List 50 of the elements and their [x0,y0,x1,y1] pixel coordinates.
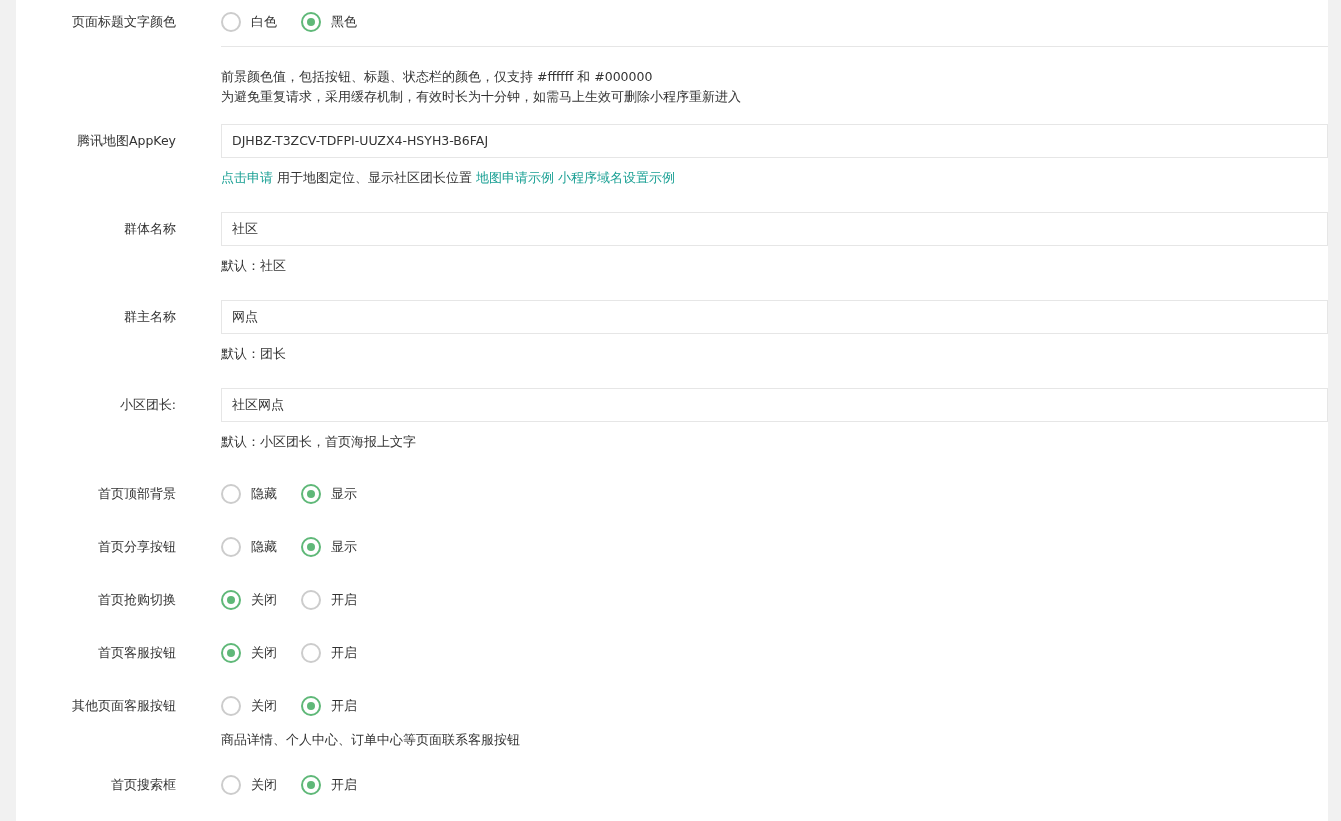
help-text: 商品详情、个人中心、订单中心等页面联系客服按钮 [221,731,520,749]
field-label: 小区团长: [118,396,176,414]
field-label: 首页顶部背景 [97,485,176,503]
radio-icon[interactable] [301,484,321,504]
help-text: 默认：社区 [221,257,286,275]
radio-option[interactable]: 开启 [301,590,357,610]
help-text: 默认：团长 [221,345,286,363]
radio-option[interactable]: 显示 [301,484,357,504]
field-label: 首页客服按钮 [97,644,176,662]
field-label: 首页抢购切换 [97,591,176,609]
radio-icon[interactable] [301,643,321,663]
radio-option[interactable]: 关闭 [221,696,277,716]
radio-option[interactable]: 开启 [301,643,357,663]
radio-icon[interactable] [221,12,241,32]
help-text: 为避免重复请求，采用缓存机制，有效时长为十分钟，如需马上生效可删除小程序重新进入 [221,88,741,106]
radio-option[interactable]: 显示 [301,537,357,557]
field-label: 群体名称 [123,220,176,238]
field-label: 页面标题文字颜色 [71,13,176,31]
radio-icon[interactable] [221,775,241,795]
help-text: 用于地图定位、显示社区团长位置 [277,169,472,187]
radio-option[interactable]: 开启 [301,775,357,795]
radio-option[interactable]: 白色 [221,12,277,32]
radio-icon[interactable] [301,590,321,610]
radio-option[interactable]: 关闭 [221,643,277,663]
radio-option[interactable]: 开启 [301,696,357,716]
radio-icon[interactable] [221,643,241,663]
field-label: 群主名称 [123,308,176,326]
text-input[interactable]: 社区 [221,212,1328,246]
radio-option[interactable]: 隐藏 [221,537,277,557]
help-text: 前景颜色值，包括按钮、标题、状态栏的颜色，仅支持 #ffffff 和 #000000 [221,68,653,86]
radio-icon[interactable] [301,775,321,795]
radio-icon[interactable] [221,484,241,504]
field-label: 首页搜索框 [110,776,176,794]
radio-option[interactable]: 关闭 [221,775,277,795]
radio-icon[interactable] [221,696,241,716]
field-label: 首页分享按钮 [97,538,176,556]
radio-icon[interactable] [301,537,321,557]
radio-icon[interactable] [221,590,241,610]
text-input[interactable]: 网点 [221,300,1328,334]
radio-icon[interactable] [301,696,321,716]
radio-option[interactable]: 关闭 [221,590,277,610]
field-label: 其他页面客服按钮 [71,697,176,715]
radio-option[interactable]: 黑色 [301,12,357,32]
radio-icon[interactable] [301,12,321,32]
help-text: 默认：小区团长，首页海报上文字 [221,433,416,451]
radio-option[interactable]: 隐藏 [221,484,277,504]
text-input[interactable]: 社区网点 [221,388,1328,422]
text-input[interactable]: DJHBZ-T3ZCV-TDFPI-UUZX4-HSYH3-B6FAJ [221,124,1328,158]
field-label: 腾讯地图AppKey [75,132,176,150]
radio-icon[interactable] [221,537,241,557]
